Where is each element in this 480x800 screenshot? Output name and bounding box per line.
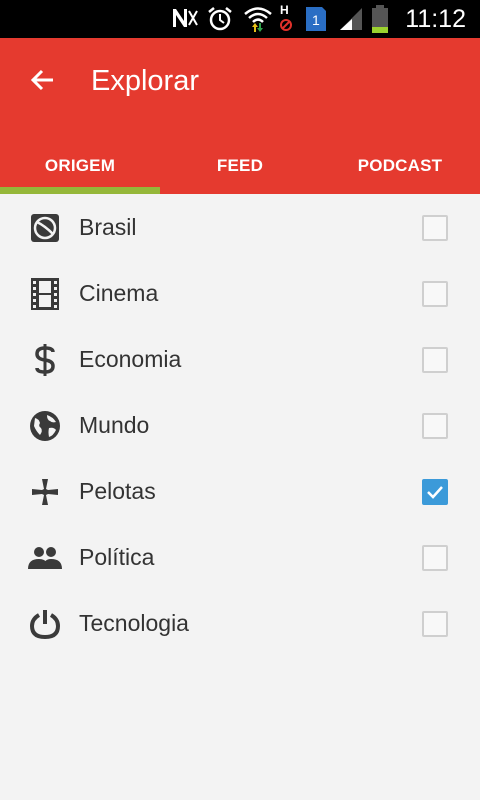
tab-label: ORIGEM — [44, 156, 116, 175]
wifi-icon — [243, 5, 273, 38]
svg-text:1: 1 — [312, 12, 320, 28]
checkbox[interactable] — [422, 215, 448, 241]
tab-label: FEED — [216, 156, 264, 175]
tab-podcast[interactable]: PODCAST — [320, 138, 480, 194]
globe-icon — [28, 409, 62, 443]
list-item-label: Economia — [79, 346, 182, 372]
alarm-icon — [206, 5, 234, 38]
list-item-label: Tecnologia — [79, 610, 189, 636]
back-button[interactable] — [22, 62, 62, 102]
list-item-label: Brasil — [79, 214, 137, 240]
list-item-mundo[interactable]: Mundo — [0, 392, 480, 458]
list-item-label: Cinema — [79, 280, 159, 306]
checkbox[interactable] — [422, 281, 448, 307]
list-item-label: Política — [79, 544, 155, 570]
no-notifications-icon — [170, 5, 200, 36]
status-bar: H 1 11:12 — [0, 0, 480, 38]
tab-indicator — [0, 187, 160, 194]
tab-label: PODCAST — [357, 156, 443, 175]
checkbox[interactable] — [422, 611, 448, 637]
list-item-cinema[interactable]: Cinema — [0, 260, 480, 326]
battery-icon — [370, 4, 390, 39]
tab-feed[interactable]: FEED — [160, 138, 320, 194]
status-time: 11:12 — [405, 5, 466, 33]
list-item-brasil[interactable]: Brasil — [0, 194, 480, 260]
film-strip-icon — [28, 277, 62, 311]
list-item-label: Pelotas — [79, 478, 156, 504]
checkbox-checked[interactable] — [422, 479, 448, 505]
tab-origem[interactable]: ORIGEM — [0, 138, 160, 194]
arrow-left-icon — [29, 67, 55, 98]
checkbox[interactable] — [422, 545, 448, 571]
page-title: Explorar — [91, 65, 199, 97]
people-icon — [28, 541, 62, 575]
checkbox[interactable] — [422, 413, 448, 439]
dollar-icon — [28, 343, 62, 377]
soccer-ball-icon — [28, 211, 62, 245]
check-icon — [427, 486, 443, 499]
list-item-politica[interactable]: Política — [0, 524, 480, 590]
signal-icon — [338, 6, 364, 37]
cross-icon — [28, 475, 62, 509]
svg-text:H: H — [280, 3, 289, 17]
sim-badge-icon: 1 — [305, 6, 327, 37]
list-item-label: Mundo — [79, 412, 150, 438]
list-item-tecnologia[interactable]: Tecnologia — [0, 590, 480, 656]
checkbox[interactable] — [422, 347, 448, 373]
h-signal-icon: H — [278, 3, 296, 38]
tab-bar: ORIGEM FEED PODCAST — [0, 138, 480, 194]
app-bar: Explorar ORIGEM FEED PODCAST — [0, 38, 480, 194]
power-icon — [28, 607, 62, 641]
list-item-economia[interactable]: Economia — [0, 326, 480, 392]
list-item-pelotas[interactable]: Pelotas — [0, 458, 480, 524]
